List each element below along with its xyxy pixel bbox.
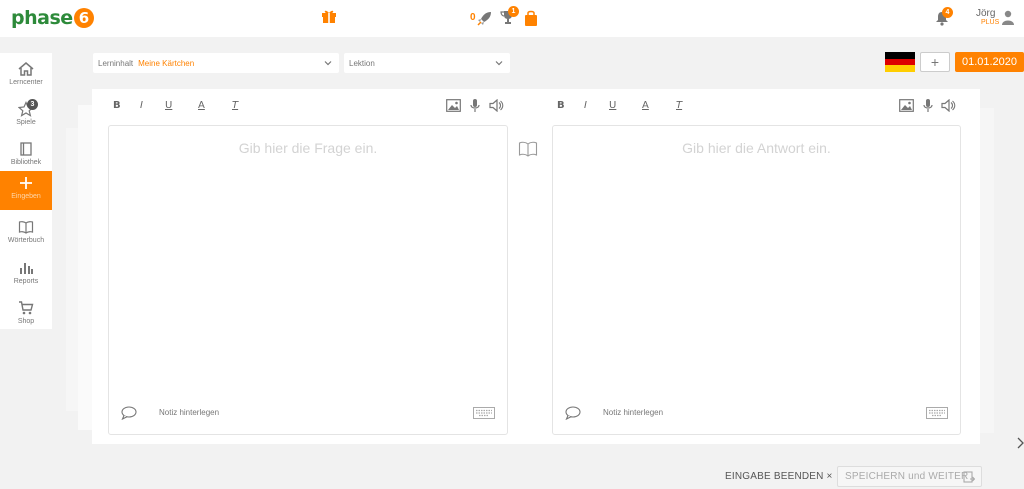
text-color-button[interactable]: A <box>642 100 649 111</box>
shopping-bag-icon[interactable] <box>524 10 538 26</box>
question-field[interactable]: Gib hier die Frage ein. Notiz hinterlege… <box>108 125 508 435</box>
bold-button[interactable]: B <box>113 100 121 111</box>
speaker-icon[interactable] <box>489 99 504 112</box>
sidebar-item-label: Wörterbuch <box>7 237 45 244</box>
microphone-icon[interactable] <box>923 98 933 113</box>
notifications-badge: 4 <box>942 7 953 18</box>
end-input-button[interactable]: EINGABE BEENDEN × <box>725 471 833 482</box>
note-link[interactable]: Notiz hinterlegen <box>603 408 663 417</box>
gift-icon[interactable] <box>321 8 337 24</box>
image-icon[interactable] <box>899 99 914 112</box>
content-select-label: Lerninhalt <box>98 58 134 68</box>
streak-counter: 0 <box>470 12 476 23</box>
sidebar-item-label: Bibliothek <box>10 159 42 166</box>
sidebar-item-label: Spiele <box>16 119 36 126</box>
trophy-badge: 1 <box>508 6 519 17</box>
user-plan: PLUS <box>981 19 1000 26</box>
save-label: SPEICHERN und WEITER <box>845 471 969 482</box>
bold-button[interactable]: B <box>557 100 565 111</box>
italic-button[interactable]: I <box>584 100 587 111</box>
sidebar-item-label: Shop <box>17 318 35 325</box>
spiele-badge: 3 <box>27 99 38 110</box>
speaker-icon[interactable] <box>941 99 956 112</box>
expand-arrow-icon[interactable] <box>1017 437 1024 449</box>
bell-icon[interactable]: 4 <box>934 7 953 26</box>
save-and-next-button[interactable]: SPEICHERN und WEITER <box>837 466 982 487</box>
comment-icon[interactable] <box>565 406 581 420</box>
comment-icon[interactable] <box>121 406 137 420</box>
top-bar: phase 6 0 1 4 Jörg PLUS <box>0 0 1024 37</box>
book-icon <box>20 142 32 156</box>
chevron-down-icon <box>495 61 503 66</box>
keyboard-icon[interactable] <box>473 407 495 419</box>
lesson-select[interactable]: Lektion <box>344 53 510 73</box>
sidebar-item-label: Eingeben <box>11 193 41 200</box>
plus-icon <box>20 177 32 189</box>
answer-placeholder: Gib hier die Antwort ein. <box>682 140 831 156</box>
text-color-button[interactable]: A <box>198 100 205 111</box>
content-select[interactable]: Lerninhalt Meine Kärtchen <box>93 53 339 73</box>
date-button[interactable]: 01.01.2020 <box>955 52 1024 72</box>
sidebar-item-label: Reports <box>13 278 39 285</box>
sidebar-item-reports[interactable]: Reports <box>0 256 52 296</box>
note-link[interactable]: Notiz hinterlegen <box>159 408 219 417</box>
underline-button[interactable]: U <box>609 100 616 111</box>
german-flag-icon[interactable] <box>885 52 915 72</box>
lesson-select-placeholder: Lektion <box>349 58 375 68</box>
italic-button[interactable]: I <box>140 100 143 111</box>
sidebar-item-label: Lerncenter <box>9 79 43 86</box>
bar-chart-icon <box>20 263 33 274</box>
dictionary-icon <box>18 221 34 234</box>
save-next-icon <box>963 471 975 483</box>
trophy-icon[interactable]: 1 <box>500 6 519 25</box>
clear-format-button[interactable]: T <box>676 100 682 111</box>
flip-card-icon[interactable] <box>518 140 538 158</box>
home-icon <box>18 62 34 76</box>
logo[interactable]: phase 6 <box>11 7 94 29</box>
sidebar: Lerncenter 3 Spiele Bibliothek Eingeben … <box>0 53 52 329</box>
sidebar-item-eingeben[interactable]: Eingeben <box>0 171 52 210</box>
user-name[interactable]: Jörg <box>976 9 995 19</box>
sidebar-item-spiele[interactable]: 3 Spiele <box>0 97 52 137</box>
cart-icon <box>19 301 34 315</box>
underline-button[interactable]: U <box>165 100 172 111</box>
back-card-right <box>980 108 994 433</box>
logo-text: phase <box>11 7 73 29</box>
rocket-icon[interactable] <box>477 10 493 26</box>
user-icon[interactable] <box>1002 10 1014 26</box>
sidebar-item-woerterbuch[interactable]: Wörterbuch <box>0 215 52 255</box>
clear-format-button[interactable]: T <box>232 100 238 111</box>
content-select-value: Meine Kärtchen <box>138 58 195 68</box>
microphone-icon[interactable] <box>470 98 480 113</box>
image-icon[interactable] <box>446 99 461 112</box>
answer-field[interactable]: Gib hier die Antwort ein. Notiz hinterle… <box>552 125 961 435</box>
chevron-down-icon <box>324 61 332 66</box>
logo-digit: 6 <box>73 8 94 28</box>
sidebar-item-lerncenter[interactable]: Lerncenter <box>0 57 52 97</box>
sidebar-item-shop[interactable]: Shop <box>0 296 52 336</box>
keyboard-icon[interactable] <box>926 407 948 419</box>
back-card-left-inner <box>78 105 92 430</box>
add-language-button[interactable]: + <box>920 52 950 72</box>
question-placeholder: Gib hier die Frage ein. <box>238 140 378 156</box>
